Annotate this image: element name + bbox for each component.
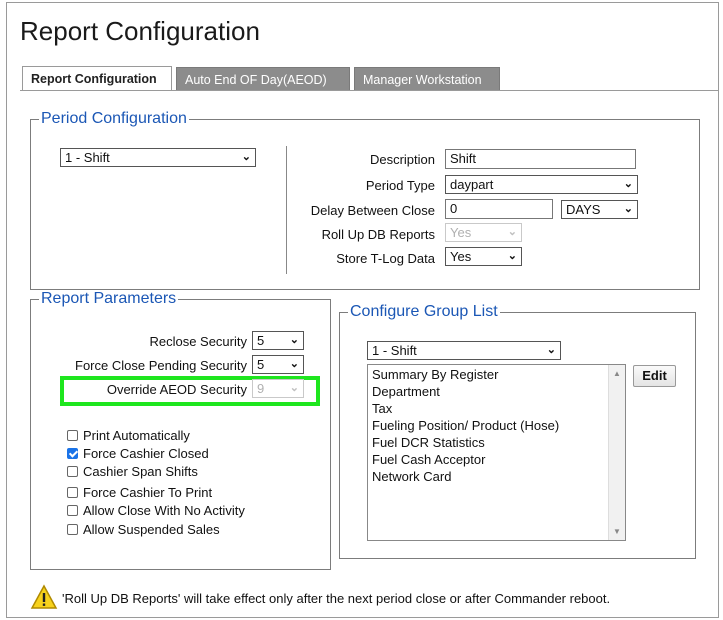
- warning-message: 'Roll Up DB Reports' will take effect on…: [62, 591, 611, 606]
- group-select[interactable]: 1 - Shift ⌄: [367, 341, 561, 360]
- period-select[interactable]: 1 - Shift ⌄: [60, 148, 256, 167]
- period-type-label: Period Type: [365, 178, 435, 193]
- chevron-down-icon: ⌄: [289, 358, 299, 370]
- period-type-select[interactable]: daypart ⌄: [445, 175, 638, 194]
- period-configuration-legend: Period Configuration: [41, 110, 187, 127]
- tlog-select[interactable]: Yes ⌄: [445, 247, 522, 266]
- allow-close-no-activity-checkbox[interactable]: Allow Close With No Activity: [67, 503, 245, 518]
- scroll-down-icon[interactable]: ▼: [613, 527, 621, 536]
- period-type-value: daypart: [450, 177, 494, 192]
- allow-suspended-sales-checkbox[interactable]: Allow Suspended Sales: [67, 522, 220, 537]
- print-automatically-label: Print Automatically: [83, 428, 190, 443]
- checkbox-box[interactable]: [67, 430, 78, 441]
- list-item[interactable]: Fuel DCR Statistics: [372, 434, 621, 451]
- tab-report-configuration[interactable]: Report Configuration: [22, 66, 172, 91]
- group-list-items: Summary By Register Department Tax Fueli…: [368, 365, 625, 486]
- override-aeod-security-select: 9 ⌄: [252, 379, 304, 398]
- chevron-down-icon: ⌄: [241, 151, 251, 163]
- period-divider: [286, 146, 287, 274]
- reclose-security-label: Reclose Security: [149, 334, 247, 349]
- chevron-down-icon: ⌄: [507, 226, 517, 238]
- chevron-down-icon: ⌄: [289, 334, 299, 346]
- chevron-down-icon: ⌄: [507, 250, 517, 262]
- description-field[interactable]: Shift: [445, 149, 636, 169]
- description-label: Description: [369, 152, 435, 167]
- tab-underline: [20, 90, 718, 91]
- rollup-label: Roll Up DB Reports: [321, 227, 435, 242]
- force-close-security-value: 5: [257, 357, 265, 372]
- delay-label: Delay Between Close: [310, 203, 435, 218]
- force-cashier-to-print-label: Force Cashier To Print: [83, 485, 213, 500]
- list-item[interactable]: Fueling Position/ Product (Hose): [372, 417, 621, 434]
- checkbox-box[interactable]: [67, 487, 78, 498]
- group-listbox[interactable]: Summary By Register Department Tax Fueli…: [367, 364, 626, 541]
- print-automatically-checkbox[interactable]: Print Automatically: [67, 428, 190, 443]
- delay-field[interactable]: 0: [445, 199, 553, 219]
- window-title: Report Configuration: [20, 16, 260, 46]
- list-item[interactable]: Fuel Cash Acceptor: [372, 451, 621, 468]
- tlog-value: Yes: [450, 249, 472, 264]
- tab-auto-end-of-day[interactable]: Auto End OF Day(AEOD): [176, 67, 350, 91]
- checkbox-box[interactable]: [67, 466, 78, 477]
- group-select-value: 1 - Shift: [372, 343, 417, 358]
- edit-button[interactable]: Edit: [633, 365, 676, 387]
- cashier-span-shifts-checkbox[interactable]: Cashier Span Shifts: [67, 464, 198, 479]
- list-item[interactable]: Department: [372, 383, 621, 400]
- force-cashier-closed-label: Force Cashier Closed: [83, 446, 209, 461]
- chevron-down-icon: ⌄: [289, 382, 299, 394]
- delay-unit-value: DAYS: [566, 202, 601, 217]
- chevron-down-icon: ⌄: [623, 178, 633, 190]
- list-item[interactable]: Summary By Register: [372, 366, 621, 383]
- cashier-span-shifts-label: Cashier Span Shifts: [83, 464, 198, 479]
- tlog-label: Store T-Log Data: [336, 251, 435, 266]
- configure-group-list-legend: Configure Group List: [350, 303, 498, 320]
- allow-suspended-sales-label: Allow Suspended Sales: [83, 522, 220, 537]
- rollup-value: Yes: [450, 225, 472, 240]
- scroll-up-icon[interactable]: ▲: [613, 369, 621, 378]
- override-aeod-security-value: 9: [257, 381, 265, 396]
- reclose-security-select[interactable]: 5 ⌄: [252, 331, 304, 350]
- reclose-security-value: 5: [257, 333, 265, 348]
- checkbox-box[interactable]: [67, 505, 78, 516]
- force-close-security-label: Force Close Pending Security: [75, 358, 247, 373]
- report-parameters-legend: Report Parameters: [41, 290, 177, 307]
- list-item[interactable]: Tax: [372, 400, 621, 417]
- override-aeod-security-label: Override AEOD Security: [106, 382, 247, 397]
- tab-manager-workstation[interactable]: Manager Workstation: [354, 67, 500, 91]
- warning-icon: [30, 584, 58, 609]
- checkbox-box-checked[interactable]: [67, 448, 78, 459]
- rollup-select: Yes ⌄: [445, 223, 522, 242]
- force-close-security-select[interactable]: 5 ⌄: [252, 355, 304, 374]
- listbox-scrollbar[interactable]: ▲ ▼: [608, 365, 625, 540]
- chevron-down-icon: ⌄: [546, 344, 556, 356]
- delay-unit-select[interactable]: DAYS ⌄: [561, 200, 638, 219]
- period-select-value: 1 - Shift: [65, 150, 110, 165]
- chevron-down-icon: ⌄: [623, 203, 633, 215]
- force-cashier-to-print-checkbox[interactable]: Force Cashier To Print: [67, 485, 212, 500]
- force-cashier-closed-checkbox[interactable]: Force Cashier Closed: [67, 446, 209, 461]
- checkbox-box[interactable]: [67, 524, 78, 535]
- allow-close-no-activity-label: Allow Close With No Activity: [83, 503, 245, 518]
- list-item[interactable]: Network Card: [372, 468, 621, 485]
